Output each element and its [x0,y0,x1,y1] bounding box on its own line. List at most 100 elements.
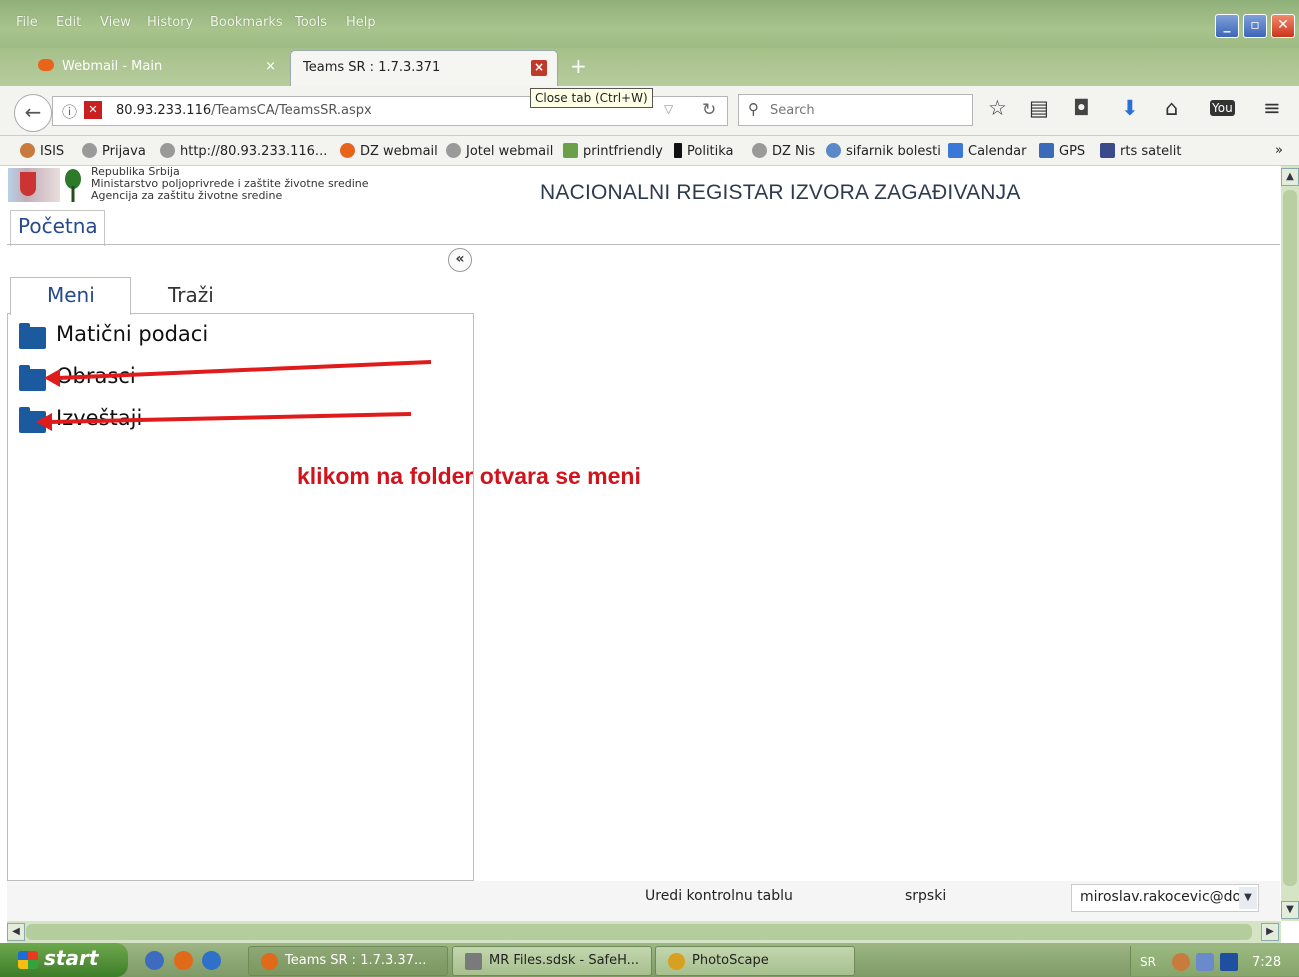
annotation-text: klikom na folder otvara se meni [297,463,641,489]
tray-network-icon[interactable] [1196,953,1214,971]
bookmark-jotel-webmail[interactable]: Jotel webmail [446,143,553,159]
globe-icon [752,143,767,158]
sifarnik-icon [826,143,841,158]
bookmark-star-icon[interactable]: ☆ [988,96,1007,120]
firefox-icon[interactable] [174,951,193,970]
printer-icon [563,143,578,158]
windows-logo-icon [18,951,38,969]
isis-icon [20,143,35,158]
menu-tree-panel: Matični podaci Obrasci Izveštaji [7,313,474,881]
calendar-icon [948,143,963,158]
close-tab-tooltip: Close tab (Ctrl+W) [530,88,653,108]
scroll-down-icon[interactable]: ▼ [1281,901,1299,919]
globe-icon [446,143,461,158]
menu-item-maticni-podaci[interactable]: Matični podaci [56,322,208,346]
minimize-button[interactable]: _ [1215,14,1239,38]
bookmarks-overflow-icon[interactable]: » [1275,143,1283,158]
menu-edit[interactable]: Edit [56,15,81,30]
folder-icon[interactable] [19,365,46,391]
menu-tools[interactable]: Tools [295,15,327,30]
url-dropdown-icon[interactable]: ▽ [664,102,673,116]
url-text[interactable]: 80.93.233.116/TeamsCA/TeamsSR.aspx [116,103,372,118]
bookmark-rts-satelit[interactable]: rts satelit [1100,143,1182,159]
tab-webmail[interactable]: Webmail - Main × [26,50,288,86]
hamburger-menu-icon[interactable]: ≡ [1263,96,1281,120]
tab-pocetna-label[interactable]: Početna [18,214,98,238]
subtab-trazi[interactable]: Traži [168,283,214,307]
menu-file[interactable]: File [16,15,38,30]
user-select[interactable]: miroslav.rakocevic@do [1071,884,1259,912]
bookmark-ip[interactable]: http://80.93.233.116... [160,143,327,159]
language-indicator[interactable]: SR [1140,955,1156,969]
close-window-button[interactable]: ✕ [1271,14,1295,38]
url-path: /TeamsCA/TeamsSR.aspx [211,103,372,118]
close-tab-icon[interactable]: × [531,60,547,76]
search-icon: ⚲ [748,100,759,118]
page-title: NACIONALNI REGISTAR IZVORA ZAGAĐIVANJA [540,181,1021,204]
search-input[interactable] [770,103,960,118]
vertical-scroll-thumb[interactable] [1283,190,1297,886]
edit-dashboard-link[interactable]: Uredi kontrolnu tablu [645,888,793,904]
scroll-up-icon[interactable]: ▲ [1281,168,1299,186]
tab-teams-sr[interactable]: Teams SR : 1.7.3.371 × [290,50,558,86]
restore-button[interactable]: ▫ [1243,14,1267,38]
menu-bookmarks[interactable]: Bookmarks [210,15,283,30]
scroll-right-icon[interactable]: ▶ [1261,923,1279,941]
new-tab-button[interactable]: + [570,54,587,78]
rts-icon [1100,143,1115,158]
back-button[interactable]: ← [14,94,52,132]
clock: 7:28 [1252,955,1282,970]
tab-label: Webmail - Main [62,59,163,74]
globe-icon [82,143,97,158]
close-tab-icon[interactable]: × [265,50,276,84]
scroll-left-icon[interactable]: ◀ [7,923,25,941]
menu-view[interactable]: View [100,15,131,30]
bookmark-prijava[interactable]: Prijava [82,143,146,159]
bookmark-calendar[interactable]: Calendar [948,143,1026,159]
bookmark-dz-webmail[interactable]: DZ webmail [340,143,438,159]
user-name: miroslav.rakocevic@do [1080,889,1242,905]
gps-icon [1039,143,1054,158]
institution-line: Agencija za zaštitu životne sredine [91,189,283,202]
language-selector[interactable]: srpski [905,888,946,904]
politika-icon [674,143,682,158]
folder-icon[interactable] [19,407,46,433]
back-arrow-icon: ← [24,100,42,124]
tab-label: Teams SR : 1.7.3.371 [303,60,441,75]
reading-list-icon[interactable]: ▤ [1029,96,1049,120]
quicklaunch-icon[interactable] [145,951,164,970]
chevron-down-icon[interactable]: ▼ [1239,887,1257,909]
menu-help[interactable]: Help [346,15,376,30]
home-icon[interactable]: ⌂ [1165,96,1178,120]
download-icon[interactable]: ⬇ [1121,96,1139,120]
reload-icon[interactable]: ↻ [702,100,716,120]
menu-history[interactable]: History [147,15,193,30]
menu-item-obrasci[interactable]: Obrasci [56,364,136,388]
task-mr-files[interactable]: MR Files.sdsk - SafeH... [452,946,652,976]
agency-tree-logo-icon [65,169,81,202]
info-icon[interactable]: ⓘ [62,101,77,122]
pocket-icon[interactable]: ◘ [1073,96,1090,120]
bookmark-isis[interactable]: ISIS [20,143,64,159]
tab-divider [7,244,1280,245]
ie-icon[interactable] [202,951,221,970]
photoscape-icon [668,953,685,970]
blocked-content-icon[interactable]: ✕ [84,101,102,119]
collapse-panel-button[interactable]: « [448,248,472,272]
bookmark-dz-nis[interactable]: DZ Nis [752,143,815,159]
task-photoscape[interactable]: PhotoScape [655,946,855,976]
bookmark-politika[interactable]: Politika [674,143,734,159]
tray-app-icon[interactable] [1172,953,1190,971]
subtab-meni-label[interactable]: Meni [47,283,95,307]
task-teams-sr[interactable]: Teams SR : 1.7.3.37... [248,946,448,976]
folder-icon[interactable] [19,323,46,349]
horizontal-scroll-thumb[interactable] [26,924,1252,940]
youtube-icon[interactable]: You [1210,100,1235,116]
tray-z-icon[interactable] [1220,953,1238,971]
firefox-icon [261,953,278,970]
bookmark-gps[interactable]: GPS [1039,143,1085,159]
menu-item-izvestaji[interactable]: Izveštaji [56,406,142,430]
bookmark-printfriendly[interactable]: printfriendly [563,143,663,159]
webmail-favicon-icon [38,59,54,71]
bookmark-sifarnik[interactable]: sifarnik bolesti [826,143,941,159]
